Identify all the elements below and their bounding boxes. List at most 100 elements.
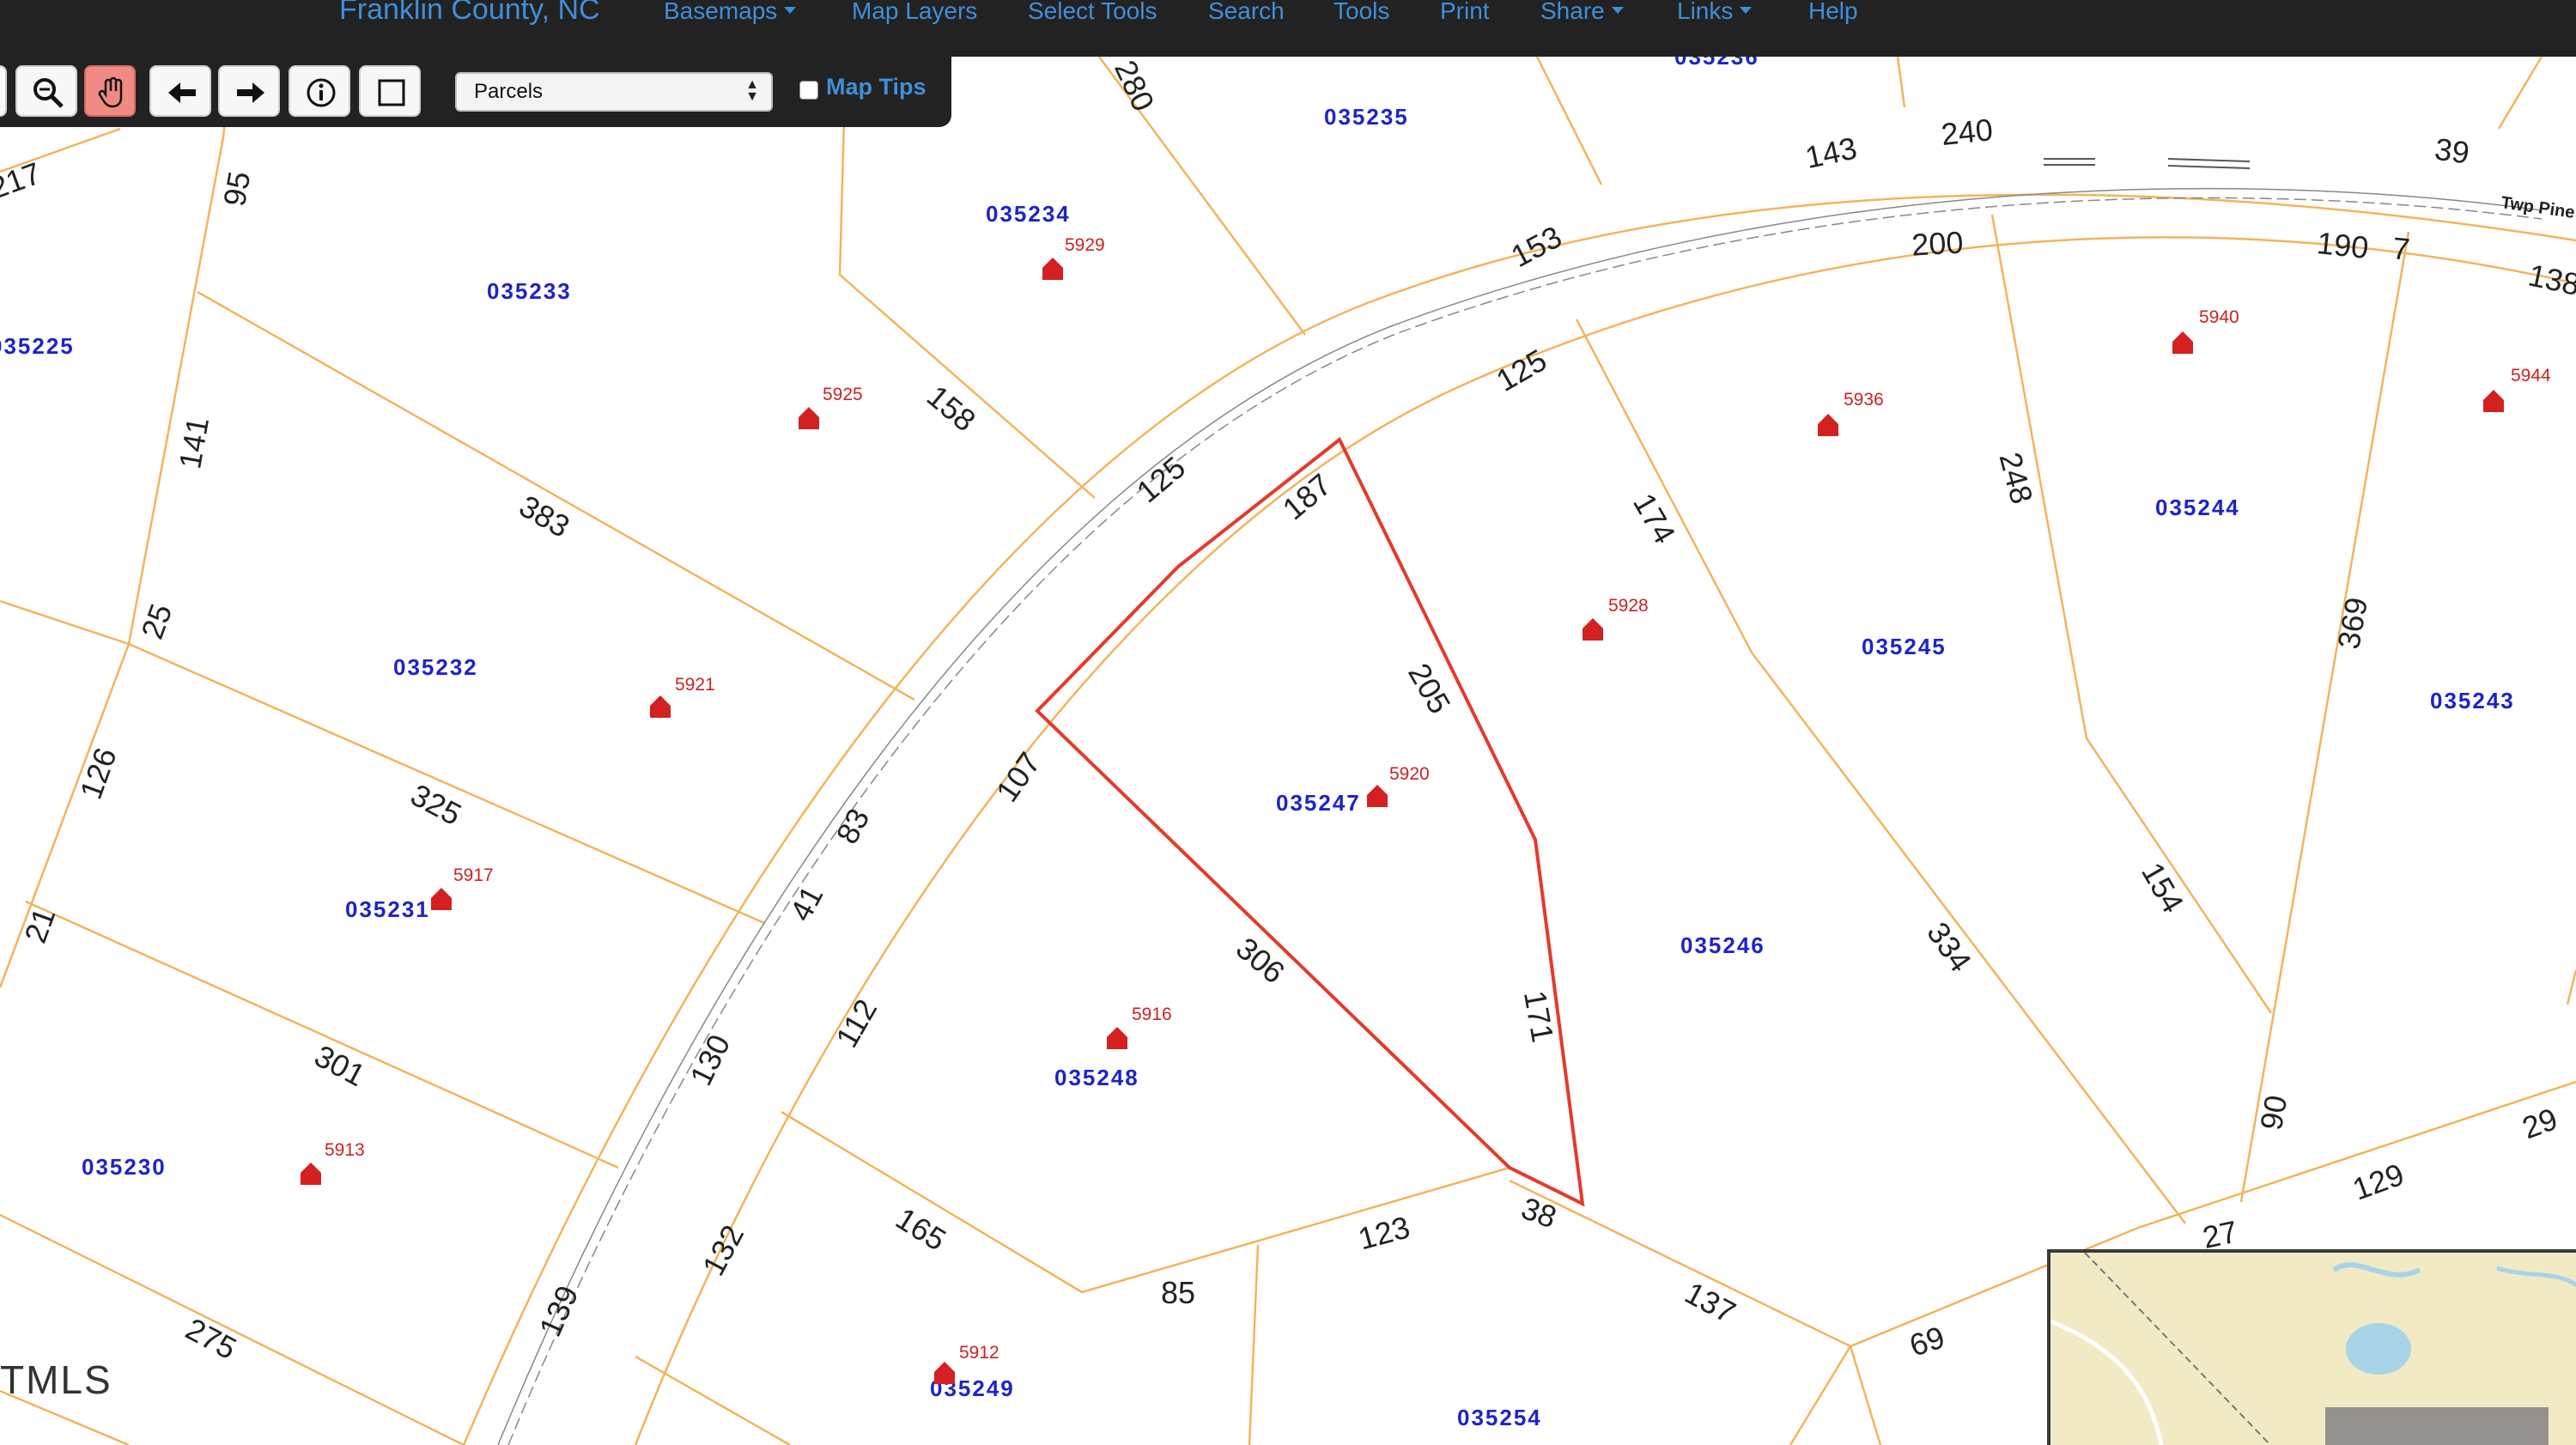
address-label: 5929 (1065, 235, 1105, 255)
address-label: 5921 (675, 675, 715, 695)
parcel-boundary (1789, 1345, 1852, 1445)
dimension-label: 90 (2253, 1093, 2293, 1133)
caret-down-icon (784, 6, 797, 14)
parcel-boundary (1575, 319, 2186, 1224)
nav-label: Search (1208, 0, 1285, 24)
dimension-label: 248 (1992, 448, 2039, 507)
identify-button[interactable] (289, 65, 350, 117)
road-dashes (2044, 158, 2251, 169)
nav-label: Share (1540, 0, 1605, 24)
dimension-label: 130 (683, 1029, 737, 1091)
parcel-id-label[interactable]: 035232 (393, 654, 478, 680)
parcel-id-label[interactable]: 035235 (1324, 104, 1409, 130)
select-arrows-icon: ▲ ▼ (745, 77, 759, 104)
house-icon (2483, 390, 2504, 412)
nav-basemaps[interactable]: Basemaps (664, 0, 797, 25)
parcel-id-label[interactable]: 035254 (1457, 1405, 1542, 1430)
nav-map-layers[interactable]: Map Layers (852, 0, 977, 25)
dimension-label: 7 (2391, 230, 2411, 267)
address-label: 5936 (1844, 390, 1884, 410)
parcel-id-label[interactable]: 035245 (1862, 634, 1947, 659)
nav-label: Help (1808, 0, 1858, 24)
zoom-in-button[interactable] (0, 65, 7, 117)
app-title[interactable]: Franklin County, NC (339, 0, 600, 27)
parcel-id-label[interactable]: 035244 (2155, 495, 2240, 520)
parcel-boundary (2497, 56, 2543, 130)
dimension-label: 158 (920, 378, 982, 438)
nav-help[interactable]: Help (1808, 0, 1858, 25)
dimension-label: 369 (2330, 595, 2374, 652)
dimension-label: 38 (1516, 1190, 1561, 1235)
dimension-label: 25 (134, 599, 179, 644)
arrow-right-icon (237, 82, 264, 103)
parcel-boundary (1535, 56, 1603, 185)
parcel-boundary (2239, 231, 2410, 1203)
nav-links[interactable]: Links (1677, 0, 1753, 25)
layer-select[interactable]: Parcels ▲ ▼ (455, 72, 773, 112)
parcel-boundary (25, 900, 619, 1169)
nav-print[interactable]: Print (1440, 0, 1490, 25)
parcel-id-labels: 035236 035235 035234 035233 035225 03523… (0, 44, 2515, 1430)
parcel-id-label[interactable]: 035230 (82, 1154, 167, 1180)
house-icon (799, 407, 819, 429)
dimension-label: 143 (1802, 130, 1860, 175)
dimension-label: 83 (829, 803, 876, 850)
dimension-label: 123 (1354, 1209, 1413, 1256)
parcel-id-label[interactable]: 035246 (1680, 932, 1765, 958)
select-box-button[interactable] (359, 65, 421, 117)
house-icon (1042, 258, 1063, 280)
select-box-icon (378, 79, 405, 106)
dimension-label: 112 (829, 993, 884, 1053)
nav-label: Basemaps (664, 0, 778, 24)
dimension-labels: 280 217 95 158 383 141 25 126 325 21 301… (0, 55, 2576, 1366)
nav-label: Select Tools (1028, 0, 1157, 24)
parcel-map[interactable]: 035236 035235 035234 035233 035225 03523… (0, 0, 2576, 1445)
dimension-label: 21 (17, 903, 62, 948)
dimension-label: 240 (1940, 112, 1995, 152)
parcel-id-label[interactable]: 035233 (487, 278, 572, 304)
map-tips-checkbox[interactable] (799, 81, 818, 100)
address-labels: 5929 5925 5921 5917 5913 5920 5916 5912 … (325, 235, 2551, 1363)
caret-down-icon (1740, 6, 1753, 14)
parcel-id-label[interactable]: 035243 (2430, 688, 2515, 713)
parcel-boundary (781, 1110, 1510, 1294)
dimension-label: 132 (696, 1219, 750, 1281)
layer-select-value: Parcels (474, 80, 544, 103)
house-icon (1367, 785, 1388, 807)
parcel-id-label[interactable]: 035225 (0, 333, 75, 359)
house-icon (650, 695, 671, 718)
nav-label: Map Layers (852, 0, 978, 24)
zoom-out-button[interactable] (15, 65, 77, 117)
nav-tools[interactable]: Tools (1334, 0, 1389, 25)
parcel-id-label[interactable]: 035248 (1054, 1065, 1139, 1090)
arrow-left-icon (168, 82, 196, 103)
address-label: 5940 (2199, 307, 2239, 327)
next-extent-button[interactable] (218, 65, 280, 117)
parcel-lines (0, 56, 2576, 1445)
info-icon (307, 78, 336, 107)
dimension-label: 174 (1626, 487, 1683, 549)
mls-watermark: TMLS (0, 1357, 112, 1402)
parcel-id-label[interactable]: 035231 (345, 896, 430, 922)
overview-map-graphic (2050, 1253, 2576, 1445)
address-label: 5912 (959, 1343, 999, 1363)
nav-share[interactable]: Share (1540, 0, 1624, 25)
parcel-id-label[interactable]: 035234 (986, 201, 1071, 227)
nav-search[interactable]: Search (1208, 0, 1285, 25)
parcel-boundary (1896, 56, 1906, 108)
dimension-label: 217 (0, 155, 46, 206)
parcel-id-label[interactable]: 035247 (1276, 790, 1361, 816)
map-tips-label[interactable]: Map Tips (826, 74, 927, 100)
pan-hand-icon (98, 76, 123, 108)
house-icon (1583, 618, 1603, 641)
dimension-label: 129 (2348, 1157, 2408, 1207)
previous-extent-button[interactable] (149, 65, 211, 117)
nav-label: Links (1677, 0, 1734, 24)
dimension-label: 85 (1161, 1275, 1195, 1310)
dimension-label: 280 (1108, 55, 1162, 117)
nav-select-tools[interactable]: Select Tools (1028, 0, 1157, 25)
pan-button[interactable] (84, 65, 136, 117)
dimension-label: 153 (1505, 219, 1567, 274)
overview-map[interactable] (2047, 1249, 2576, 1445)
parcel-boundary (1990, 214, 2273, 1014)
